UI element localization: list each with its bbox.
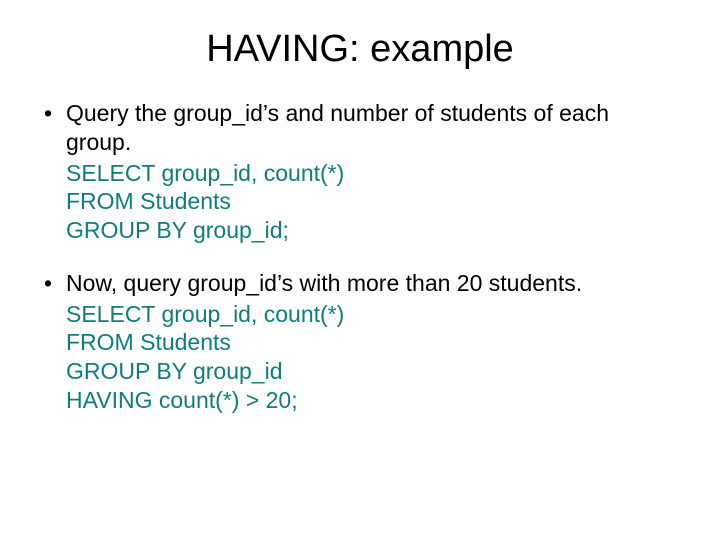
sql-line: FROM Students	[66, 187, 680, 216]
list-item: Query the group_id’s and number of stude…	[40, 99, 680, 245]
sql-line: SELECT group_id, count(*)	[66, 300, 680, 329]
sql-line: GROUP BY group_id;	[66, 216, 680, 245]
bullet-description: Query the group_id’s and number of stude…	[66, 100, 609, 155]
sql-block: SELECT group_id, count(*) FROM Students …	[66, 159, 680, 245]
sql-block: SELECT group_id, count(*) FROM Students …	[66, 300, 680, 415]
slide: HAVING: example Query the group_id’s and…	[0, 0, 720, 540]
bullet-description: Now, query group_id’s with more than 20 …	[66, 270, 582, 296]
sql-line: GROUP BY group_id	[66, 357, 680, 386]
slide-title: HAVING: example	[40, 28, 680, 71]
sql-line: SELECT group_id, count(*)	[66, 159, 680, 188]
bullet-list: Query the group_id’s and number of stude…	[40, 99, 680, 415]
sql-line: FROM Students	[66, 328, 680, 357]
sql-line: HAVING count(*) > 20;	[66, 386, 680, 415]
list-item: Now, query group_id’s with more than 20 …	[40, 269, 680, 415]
